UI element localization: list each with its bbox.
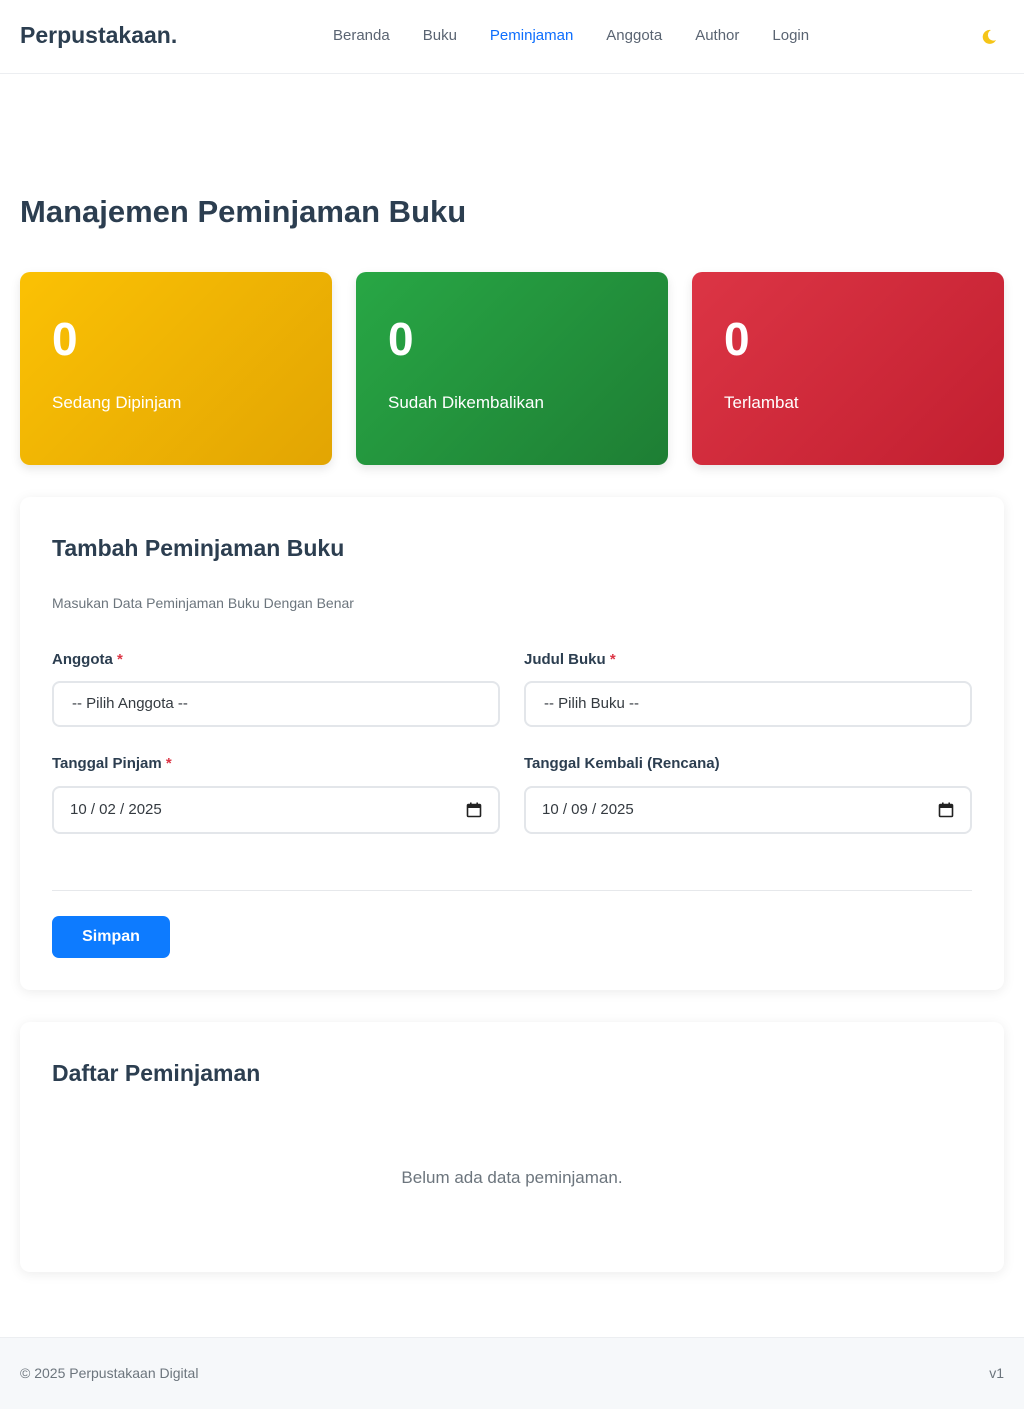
add-loan-panel: Tambah Peminjaman Buku Masukan Data Pemi… [20,497,1004,990]
list-title: Daftar Peminjaman [52,1060,261,1086]
moon-icon [982,29,996,44]
tanggal-kembali-label: Tanggal Kembali (Rencana) [524,755,720,772]
required-mark: * [117,651,123,668]
save-button[interactable]: Simpan [52,916,170,958]
theme-toggle-button[interactable] [978,26,1000,48]
nav-link-login[interactable]: Login [772,27,809,44]
navbar: Perpustakaan. Beranda Buku Peminjaman An… [0,0,1024,74]
stat-value: 0 [724,313,750,365]
stat-value: 0 [388,313,414,365]
required-mark: * [609,651,616,668]
anggota-select-value: -- Pilih Anggota -- [72,695,188,712]
anggota-select[interactable]: -- Pilih Anggota -- [52,681,500,727]
form-subtitle: Masukan Data Peminjaman Buku Dengan Bena… [52,595,354,611]
stat-value: 0 [52,313,78,365]
tanggal-pinjam-label-text: Tanggal Pinjam [52,755,162,772]
nav-link-buku[interactable]: Buku [423,27,457,44]
judul-buku-select[interactable]: -- Pilih Buku -- [524,681,972,727]
tanggal-kembali-value: 10 / 09 / 2025 [542,801,634,818]
nav-link-beranda[interactable]: Beranda [333,27,390,44]
judul-buku-label-text: Judul Buku [524,651,606,668]
loan-list-panel: Daftar Peminjaman Belum ada data peminja… [20,1022,1004,1272]
tanggal-pinjam-label: Tanggal Pinjam * [52,755,172,772]
nav-links: Beranda Buku Peminjaman Anggota Author L… [333,27,842,44]
anggota-label-text: Anggota [52,651,113,668]
anggota-label: Anggota * [52,651,123,668]
stat-card-dikembalikan: 0 Sudah Dikembalikan [356,272,668,465]
form-title: Tambah Peminjaman Buku [52,535,345,561]
form-divider [52,890,972,891]
nav-link-anggota[interactable]: Anggota [606,27,662,44]
required-mark: * [165,755,172,772]
empty-state-text: Belum ada data peminjaman. [401,1168,623,1187]
nav-link-author[interactable]: Author [695,27,739,44]
stat-label: Sedang Dipinjam [52,393,182,412]
footer: © 2025 Perpustakaan Digital v1 [0,1337,1024,1409]
tanggal-kembali-input[interactable]: 10 / 09 / 2025 [524,786,972,834]
tanggal-pinjam-input[interactable]: 10 / 02 / 2025 [52,786,500,834]
footer-copyright: © 2025 Perpustakaan Digital [20,1365,199,1381]
page-title: Manajemen Peminjaman Buku [20,194,467,229]
tanggal-kembali-label-text: Tanggal Kembali (Rencana) [524,755,720,772]
judul-buku-label: Judul Buku * [524,651,616,668]
tanggal-pinjam-value: 10 / 02 / 2025 [70,801,162,818]
calendar-icon[interactable] [466,802,482,818]
nav-link-peminjaman[interactable]: Peminjaman [490,27,573,44]
stat-label: Sudah Dikembalikan [388,393,544,412]
footer-version: v1 [989,1365,1004,1381]
judul-buku-select-value: -- Pilih Buku -- [544,695,640,712]
calendar-icon[interactable] [938,802,954,818]
stat-card-dipinjam: 0 Sedang Dipinjam [20,272,332,465]
stat-card-terlambat: 0 Terlambat [692,272,1004,465]
brand-logo[interactable]: Perpustakaan. [20,22,177,49]
stat-label: Terlambat [724,393,799,412]
